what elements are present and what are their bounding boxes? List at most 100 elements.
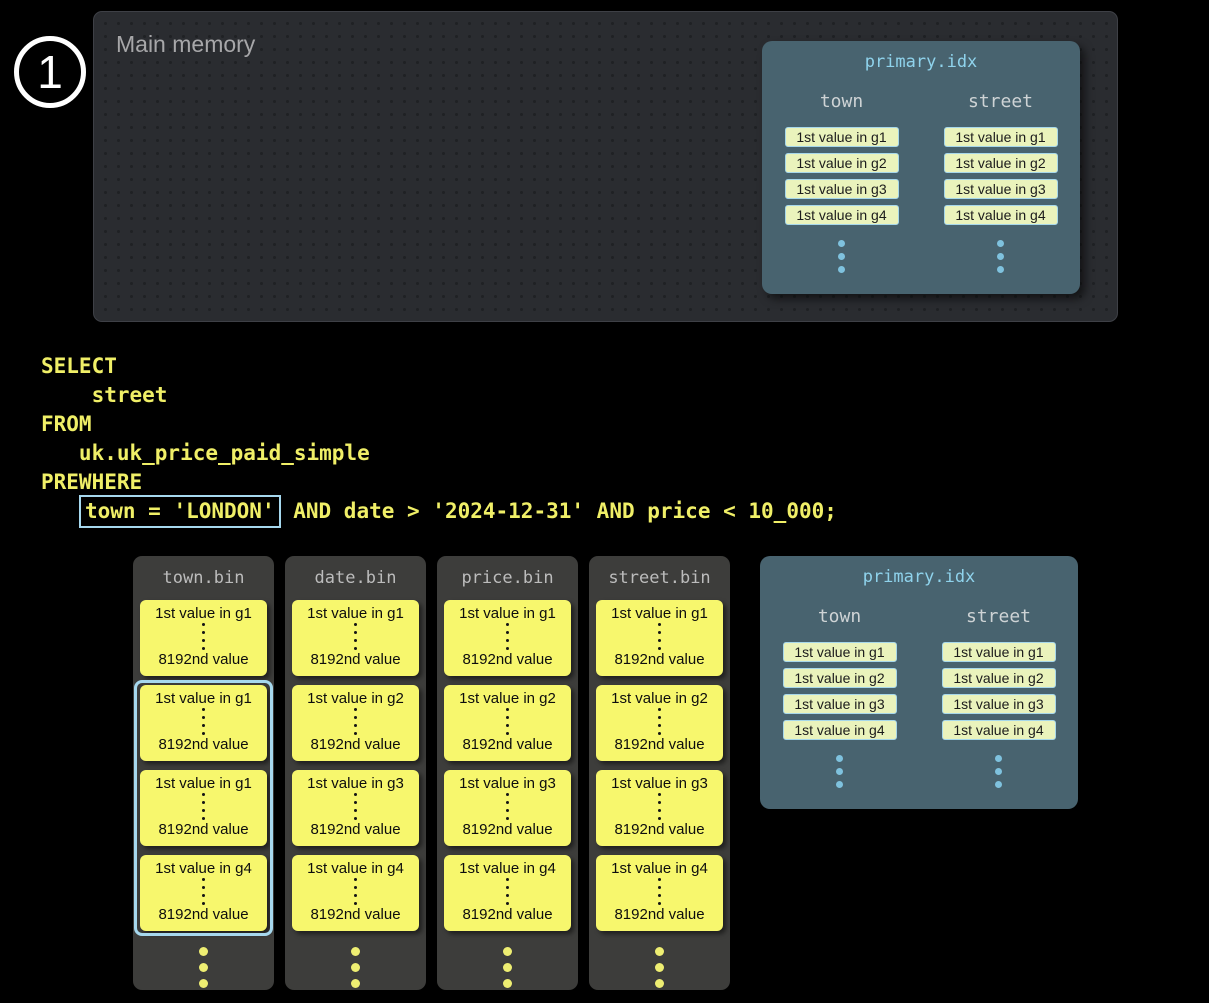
ellipsis-dot [997, 240, 1004, 247]
granule-block: 1st value in g2 8192nd value [444, 685, 571, 761]
ellipsis-dot [995, 755, 1002, 762]
ellipsis-dots [836, 755, 843, 788]
step-number-badge: 1 [14, 36, 86, 108]
ellipsis-dot [655, 963, 664, 972]
granule-inner-dots [354, 793, 357, 820]
ellipsis-dot [354, 639, 357, 642]
ellipsis-dot [354, 647, 357, 650]
granule-block: 1st value in g48192nd value [140, 855, 267, 931]
bin-title: date.bin [285, 568, 426, 588]
ellipsis-dot [354, 801, 357, 804]
granule-inner-dots [202, 623, 205, 650]
primary-index-column-town: town 1st value in g1 1st value in g2 1st va… [760, 606, 919, 788]
granule-last-value: 8192nd value [158, 821, 248, 838]
bin-blocks: 1st value in g18192nd value1st value in … [444, 600, 571, 940]
granule-block: 1st value in g48192nd value [444, 855, 571, 931]
ellipsis-dots [133, 947, 274, 988]
granule-last-value: 8192nd value [310, 906, 400, 923]
granule-first-value: 1st value in g4 [611, 860, 708, 877]
ellipsis-dot [202, 716, 205, 719]
ellipsis-dot [354, 623, 357, 626]
index-entry-chip: 1st value in g1 [944, 127, 1058, 147]
ellipsis-dot [658, 894, 661, 897]
granule-inner-dots [202, 878, 205, 905]
ellipsis-dot [351, 979, 360, 988]
sql-line: town = 'LONDON' AND date > '2024-12-31' … [41, 497, 837, 526]
index-entry-chip: 1st value in g3 [944, 179, 1058, 199]
ellipsis-dot [354, 817, 357, 820]
sql-line: uk.uk_price_paid_simple [41, 439, 837, 468]
index-entry-chip: 1st value in g3 [785, 179, 899, 199]
granule-last-value: 8192nd value [310, 651, 400, 668]
primary-index-panel-top: primary.idxtown1st value in g11st value … [762, 41, 1080, 294]
bin-title: town.bin [133, 568, 274, 588]
index-entry-chip: 1st value in g4 [942, 720, 1056, 740]
granule-last-value: 8192nd value [462, 821, 552, 838]
granule-inner-dots [202, 793, 205, 820]
column-header: street [968, 91, 1033, 112]
index-entry-chip: 1st value in g1 [785, 127, 899, 147]
ellipsis-dot [506, 817, 509, 820]
ellipsis-dot [202, 902, 205, 905]
bin-panel-date-bin: date.bin1st value in g18192nd value1st v… [285, 556, 426, 990]
granule-first-value: 1st value in g2 [611, 690, 708, 707]
granule-first-value: 1st value in g3 [307, 775, 404, 792]
main-memory-title: Main memory [116, 31, 255, 58]
granule-first-value: 1st value in g2 [459, 690, 556, 707]
ellipsis-dot [506, 631, 509, 634]
granule-inner-dots [506, 623, 509, 650]
ellipsis-dots [838, 240, 845, 273]
ellipsis-dots [437, 947, 578, 988]
ellipsis-dot [503, 947, 512, 956]
ellipsis-dot [354, 631, 357, 634]
primary-index-panel-bottom: primary.idx town 1st value in g1 1st value … [760, 556, 1078, 809]
column-header: town [818, 606, 861, 627]
granule-block: 1st value in g1 8192nd value [292, 600, 419, 676]
ellipsis-dot [506, 623, 509, 626]
granule-block: 1st value in g38192nd value [596, 770, 723, 846]
ellipsis-dot [658, 647, 661, 650]
index-entry-chip: 1st value in g2 [785, 153, 899, 173]
ellipsis-dot [202, 647, 205, 650]
column-header: town [820, 91, 863, 112]
ellipsis-dot [506, 878, 509, 881]
index-entry-chip: 1st value in g2 [783, 668, 897, 688]
primary-index-column-street: street 1st value in g1 1st value in g2 1st … [921, 91, 1080, 273]
ellipsis-dot [202, 631, 205, 634]
ellipsis-dot [202, 708, 205, 711]
granule-inner-dots [354, 623, 357, 650]
bin-title: price.bin [437, 568, 578, 588]
sql-line: SELECT [41, 352, 837, 381]
ellipsis-dots [285, 947, 426, 988]
index-entry-chip: 1st value in g2 [944, 153, 1058, 173]
index-entry-chip: 1st value in g1 [783, 642, 897, 662]
ellipsis-dot [658, 817, 661, 820]
ellipsis-dot [995, 781, 1002, 788]
ellipsis-dot [503, 963, 512, 972]
ellipsis-dot [658, 716, 661, 719]
granule-block: 1st value in g38192nd value [444, 770, 571, 846]
ellipsis-dot [506, 732, 509, 735]
granule-last-value: 8192nd value [158, 651, 248, 668]
ellipsis-dot [658, 623, 661, 626]
ellipsis-dot [354, 724, 357, 727]
ellipsis-dot [354, 708, 357, 711]
ellipsis-dot [655, 979, 664, 988]
ellipsis-dots [995, 755, 1002, 788]
granule-first-value: 1st value in g1 [307, 605, 404, 622]
ellipsis-dot [506, 708, 509, 711]
index-entry-chip: 1st value in g3 [783, 694, 897, 714]
granule-first-value: 1st value in g4 [307, 860, 404, 877]
ellipsis-dot [658, 902, 661, 905]
column-header: street [966, 606, 1031, 627]
ellipsis-dot [838, 253, 845, 260]
ellipsis-dot [506, 716, 509, 719]
granule-last-value: 8192nd value [462, 736, 552, 753]
ellipsis-dot [199, 979, 208, 988]
ellipsis-dot [503, 979, 512, 988]
ellipsis-dot [202, 878, 205, 881]
granule-block: 1st value in g18192nd value [140, 600, 267, 676]
ellipsis-dot [202, 793, 205, 796]
primary-index-title: primary.idx [760, 567, 1078, 587]
ellipsis-dot [354, 732, 357, 735]
